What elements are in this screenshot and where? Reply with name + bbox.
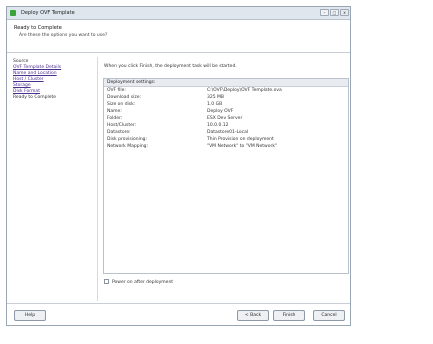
wizard-step-item: Ready to Complete — [13, 95, 57, 100]
settings-row-value: 1.0 GB — [207, 102, 223, 107]
settings-row-value: 325 MB — [207, 95, 224, 100]
settings-row: Disk provisioning: Thin Provision on depl… — [104, 136, 348, 143]
settings-row: Download size: 325 MB — [104, 94, 348, 101]
title-bar: Deploy OVF Template – □ x — [7, 7, 350, 20]
settings-row-value: Datastore01-Local — [207, 130, 249, 135]
app-icon — [10, 10, 16, 16]
settings-row-value: C:\OVF\Deploy\OVF Template.ova — [207, 88, 282, 93]
settings-row-value: "VM Network" to "VM Network" — [207, 144, 278, 149]
deploy-ovf-wizard-window: Deploy OVF Template – □ x Ready to Compl… — [6, 6, 351, 326]
settings-row-label: Network Mapping: — [107, 144, 149, 149]
minimize-button[interactable]: – — [320, 9, 329, 16]
step-subtitle: Are these the options you want to use? — [19, 33, 108, 38]
content-panel: When you click Finish, the deployment ta… — [97, 57, 351, 301]
settings-row-label: Datastore: — [107, 130, 131, 135]
settings-row-value: Thin Provision on deployment — [207, 137, 274, 142]
settings-row-value: Deploy OVF — [207, 109, 234, 114]
settings-row-label: Host/Cluster: — [107, 123, 137, 128]
back-button[interactable]: < Back — [237, 310, 269, 321]
deployment-settings-box: Deployment settings: OVF file: C:\OVF\Dep… — [103, 78, 349, 274]
power-on-checkbox[interactable] — [104, 279, 109, 284]
settings-row-value: ESX Dev Server — [207, 116, 243, 121]
settings-row-label: Size on disk: — [107, 102, 136, 107]
wizard-header: Ready to Complete Are these the options … — [7, 20, 350, 53]
finish-instruction: When you click Finish, the deployment ta… — [104, 64, 237, 69]
deployment-settings-header: Deployment settings: — [104, 79, 348, 87]
cancel-button[interactable]: Cancel — [313, 310, 345, 321]
settings-row: Network Mapping: "VM Network" to "VM Netw… — [104, 143, 348, 150]
wizard-steps-nav: Source OVF Template Details Name and Locat… — [13, 59, 95, 101]
settings-rows: OVF file: C:\OVF\Deploy\OVF Template.ova D… — [104, 87, 348, 150]
settings-row: Size on disk: 1.0 GB — [104, 101, 348, 108]
power-on-option[interactable]: Power on after deployment — [104, 279, 173, 285]
maximize-button[interactable]: □ — [330, 9, 339, 16]
help-button[interactable]: Help — [14, 310, 46, 321]
settings-row: Datastore: Datastore01-Local — [104, 129, 348, 136]
settings-row: Folder: ESX Dev Server — [104, 115, 348, 122]
settings-row: Name: Deploy OVF — [104, 108, 348, 115]
window-title: Deploy OVF Template — [21, 10, 75, 16]
settings-row: OVF file: C:\OVF\Deploy\OVF Template.ova — [104, 87, 348, 94]
settings-row-label: OVF file: — [107, 88, 126, 93]
power-on-label: Power on after deployment — [112, 280, 174, 285]
wizard-footer: Help < Back Finish Cancel — [7, 303, 350, 327]
settings-row: Host/Cluster: 10.0.0.12 — [104, 122, 348, 129]
settings-row-label: Download size: — [107, 95, 142, 100]
step-title: Ready to Complete — [14, 25, 62, 31]
settings-row-value: 10.0.0.12 — [207, 123, 229, 128]
settings-row-label: Folder: — [107, 116, 123, 121]
settings-row-label: Name: — [107, 109, 122, 114]
close-button[interactable]: x — [340, 9, 349, 16]
settings-row-label: Disk provisioning: — [107, 137, 148, 142]
finish-button[interactable]: Finish — [273, 310, 305, 321]
